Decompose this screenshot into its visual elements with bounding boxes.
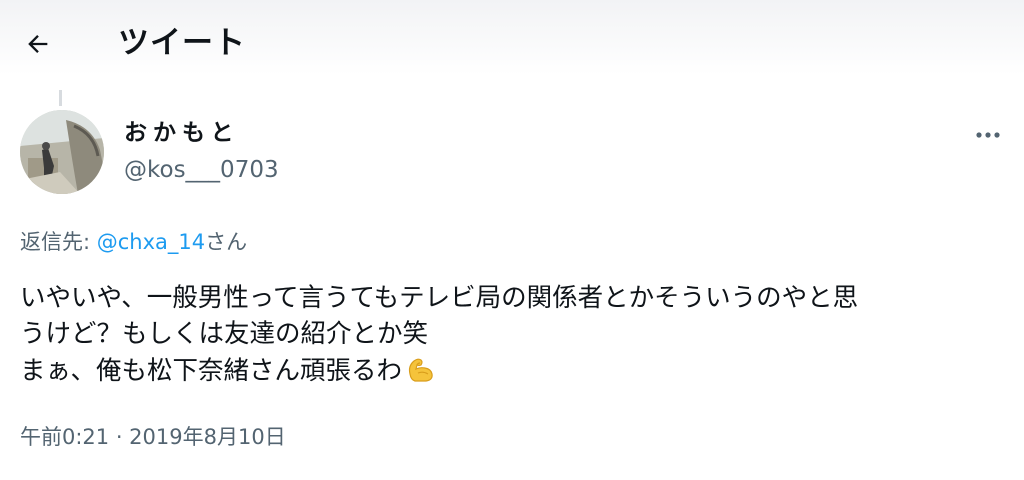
tweet-text-line: うけど？もしくは友達の紹介とか笑 (20, 319, 429, 349)
author-username[interactable]: @kos___0703 (124, 153, 279, 187)
back-button[interactable] (18, 24, 58, 64)
page-title: ツイート (118, 25, 246, 61)
user-avatar-photo (20, 110, 104, 194)
tweet-timestamp[interactable]: 午前0:21 · 2019年8月10日 (20, 420, 286, 454)
reply-to-suffix: さん (205, 230, 248, 254)
more-horizontal-icon (976, 132, 1000, 138)
arrow-left-icon (28, 35, 48, 53)
more-options-button[interactable] (970, 120, 1006, 150)
reply-to-prefix: 返信先: (20, 230, 97, 254)
reply-mention-link[interactable]: @chxa_14 (97, 230, 205, 254)
tweet-text-line-with-emoji: まぁ、俺も松下奈緒さん頑張るわ (20, 352, 1010, 394)
tweet-text: いやいや、一般男性って言うてもテレビ局の関係者とかそういうのやと思 うけど？もし… (20, 280, 1010, 394)
tweet-detail-page: ツイート おかもと @kos___0703 返信先: @chxa_14さん いや… (0, 0, 1024, 480)
flexed-biceps-emoji (404, 352, 436, 394)
tweet-text-line: いやいや、一般男性って言うてもテレビ局の関係者とかそういうのやと思 (20, 283, 859, 313)
top-header: ツイート (0, 0, 1024, 88)
thread-connector-line (59, 90, 62, 106)
avatar[interactable] (20, 110, 104, 194)
reply-to-line: 返信先: @chxa_14さん (20, 226, 247, 258)
author-display-name[interactable]: おかもと (124, 116, 240, 150)
tweet-text-line: まぁ、俺も松下奈緒さん頑張るわ (20, 356, 402, 386)
